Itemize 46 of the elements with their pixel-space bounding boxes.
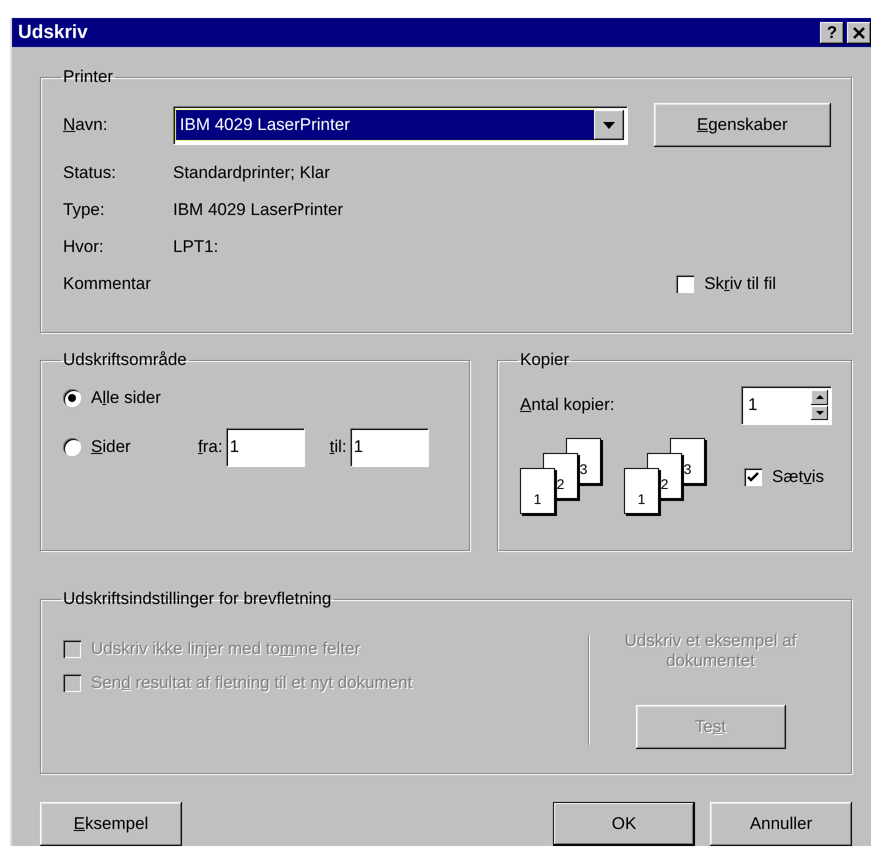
checkbox-label: Sætvis [772,467,824,487]
dropdown-arrow-icon [602,122,614,128]
checkbox[interactable] [676,275,694,293]
radio-label: Sider [91,437,131,457]
dialog-button[interactable]: Annuller [710,802,852,846]
spin-down-button[interactable] [811,406,828,420]
to-field[interactable]: 1 [350,428,428,466]
checkbox-label: Udskriv ikke linjer med tomme felter [91,639,360,659]
dialog-button[interactable]: OK [553,802,695,846]
group-title: Printer [62,67,114,87]
from-label: fra: [198,437,223,457]
page-sheet: 1 [520,468,555,514]
help-button[interactable]: ? [820,22,844,44]
close-icon [853,26,865,38]
properties-button[interactable]: Egenskaber [654,103,831,147]
close-button[interactable] [847,22,871,44]
spin-up-button[interactable] [811,390,828,404]
radio-label: Alle sider [91,388,161,408]
window-title: Udskriv [18,22,88,44]
info-value: Standardprinter; Klar [173,163,331,183]
info-value: IBM 4029 LaserPrinter [173,200,344,220]
info-label: Type: [63,200,106,220]
to-label: til: [330,437,347,457]
info-value: LPT1: [173,237,220,257]
copies-field[interactable]: 1 [744,395,812,415]
radio-button[interactable] [63,438,81,456]
copies-label: Antal kopier: [520,395,615,415]
group-title: Udskriftsområde [62,350,188,370]
checkbox[interactable] [744,468,762,486]
page-sheet: 1 [624,468,659,514]
dialog-button[interactable]: Eksempel [40,802,182,846]
info-label: Hvor: [63,237,105,257]
comment-label: Kommentar [63,274,152,294]
name-label: Navn: [63,115,108,135]
radio-button[interactable] [63,389,81,407]
copies-spinner[interactable]: 1 [741,386,831,424]
sample-description: Udskriv et eksempel af dokumentet [624,631,798,671]
checkbox-label: Skriv til fil [704,274,776,294]
group-title: Udskriftsindstillinger for brevfletning [62,589,332,609]
down-arrow-icon [816,410,824,415]
group-title: Kopier [519,350,570,370]
info-label: Status: [63,163,117,183]
printer-dropdown[interactable]: IBM 4029 LaserPrinter [172,106,626,144]
up-arrow-icon [816,395,824,400]
from-field[interactable]: 1 [226,428,304,466]
checkbox-label: Send resultat af fletning til et nyt dokument [91,673,412,693]
